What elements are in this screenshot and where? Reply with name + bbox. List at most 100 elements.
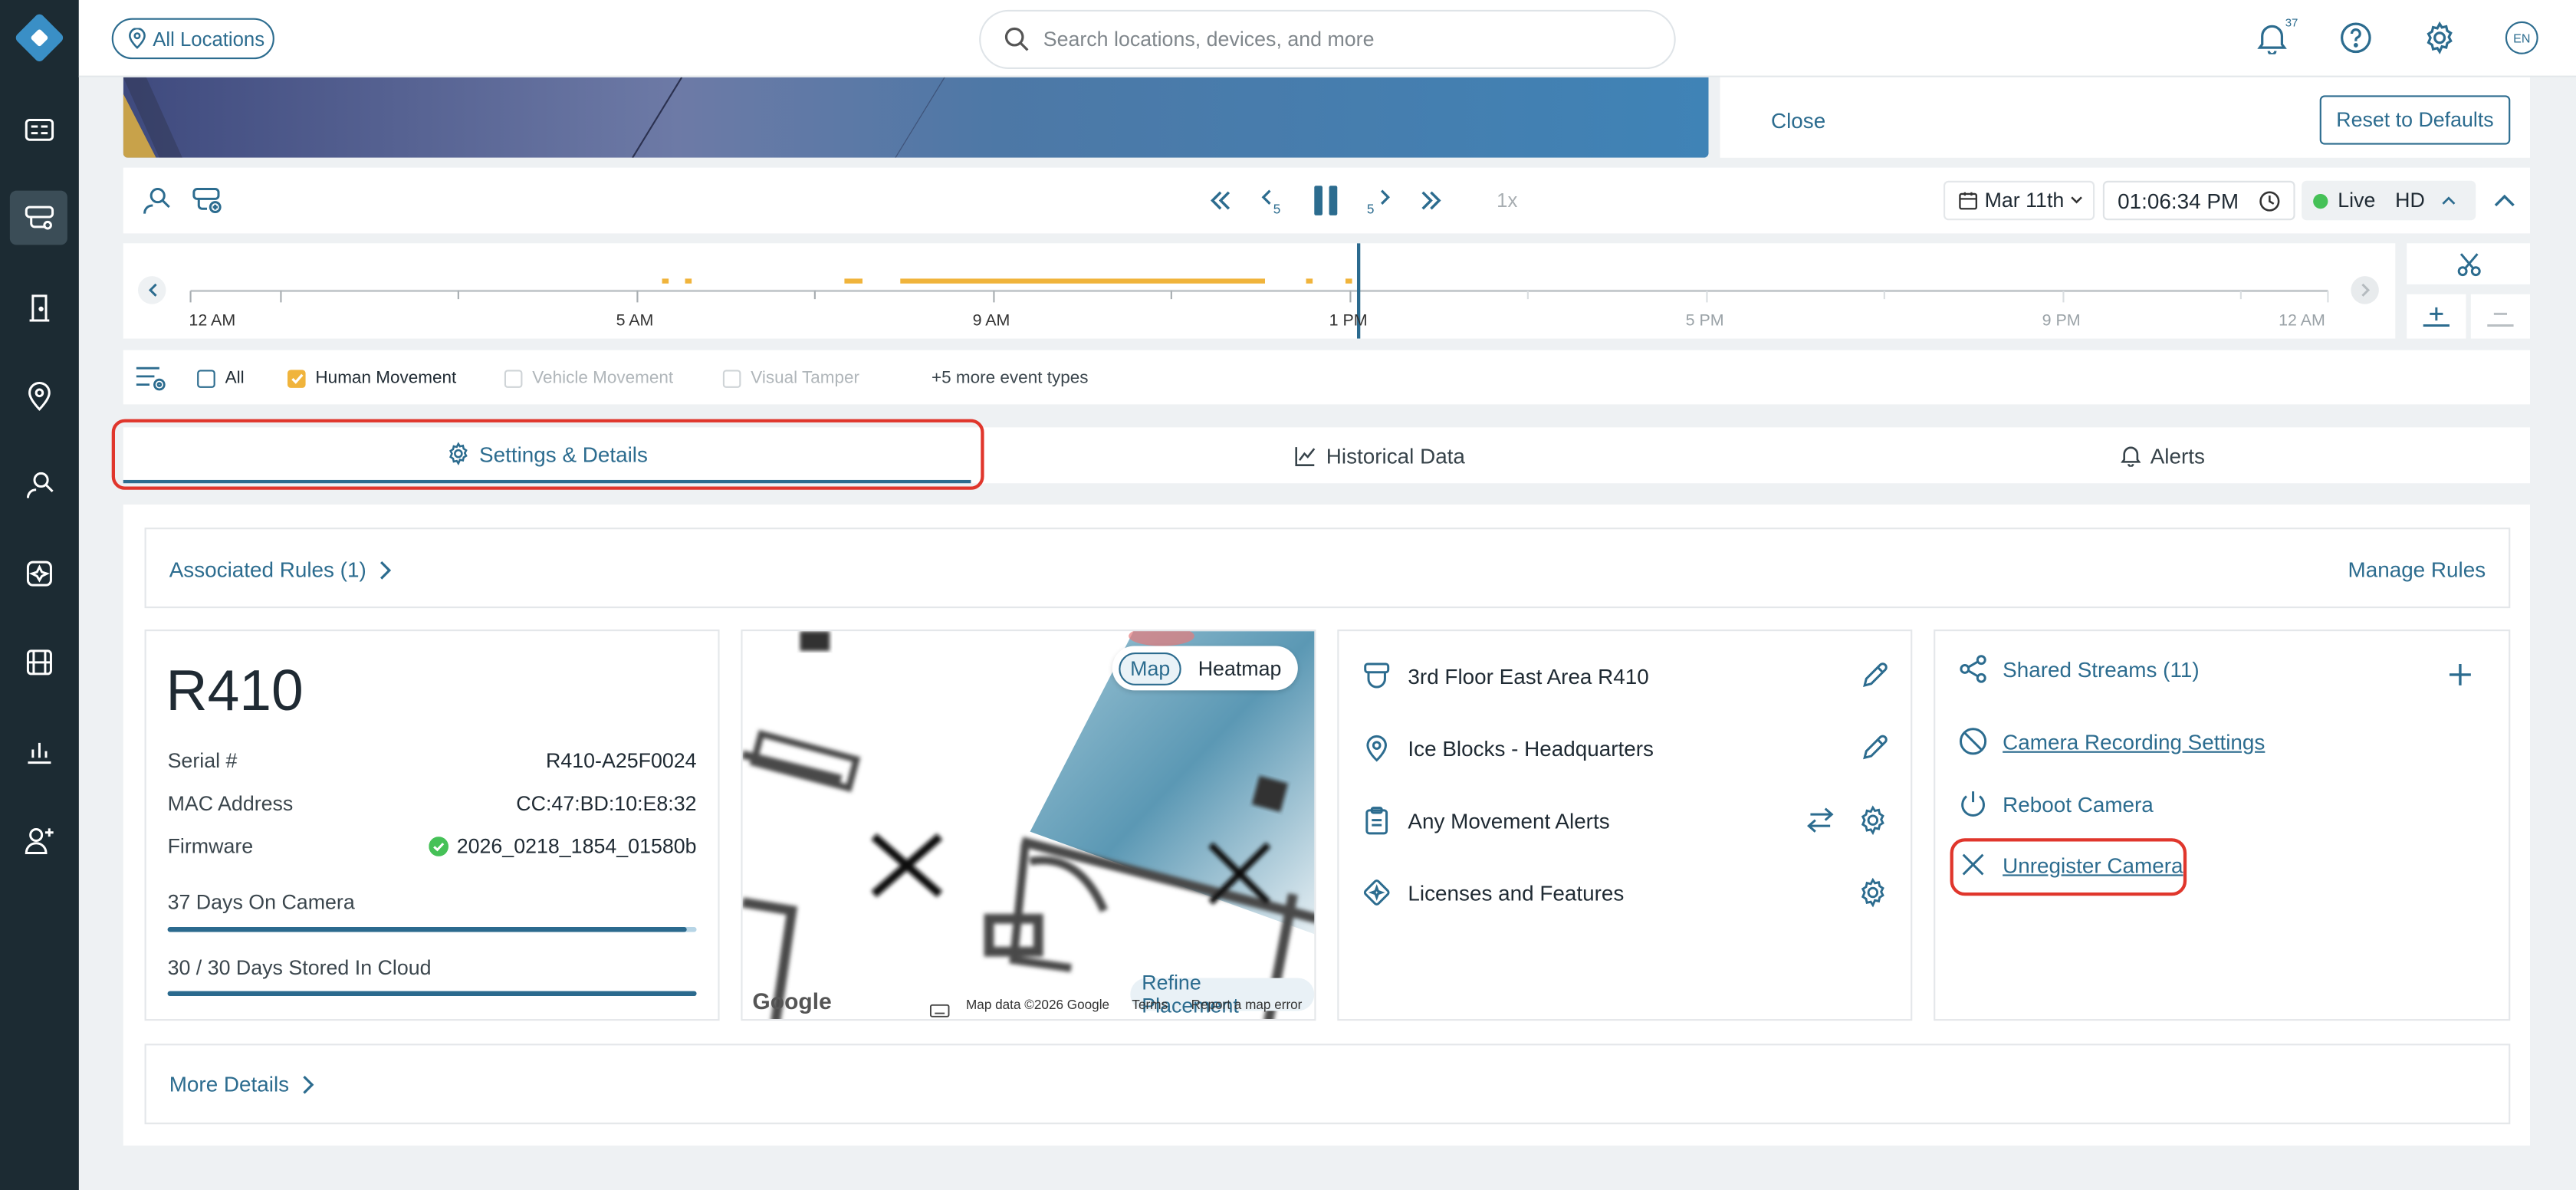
rewind-button[interactable] xyxy=(1204,182,1237,219)
playback-controls: 5 5 1x Mar 11th 01:06:34 PM Live HD xyxy=(123,167,2530,234)
camera-video-preview[interactable] xyxy=(123,77,1709,158)
date-picker[interactable]: Mar 11th xyxy=(1944,180,2095,221)
sidebar-access-icon[interactable] xyxy=(10,279,67,334)
map-attribution: Map data ©2026 Google xyxy=(966,998,1110,1013)
timeline-next-button[interactable] xyxy=(2351,276,2379,304)
help-button[interactable] xyxy=(2338,20,2374,56)
sidebar-search-people-icon[interactable] xyxy=(10,457,67,511)
clock-icon xyxy=(2259,190,2280,211)
heatmap-tab[interactable]: Heatmap xyxy=(1188,653,1291,683)
edit-pencil-icon[interactable] xyxy=(1861,735,1888,761)
edit-pencil-icon[interactable] xyxy=(1861,662,1888,689)
app-logo[interactable] xyxy=(13,12,66,64)
report-map-error-link[interactable]: Report a map error xyxy=(1191,998,1303,1012)
mac-value: CC:47:BD:10:E8:32 xyxy=(516,792,697,816)
time-input[interactable]: 01:06:34 PM xyxy=(2102,180,2295,221)
sidebar-cameras-icon[interactable] xyxy=(9,190,67,245)
search-input[interactable] xyxy=(1043,28,1635,51)
chevron-right-icon xyxy=(380,560,391,579)
pause-button[interactable] xyxy=(1306,181,1346,220)
skip-back-5-button[interactable]: 5 xyxy=(1255,182,1291,219)
sidebar-video-wall-icon[interactable] xyxy=(10,634,67,689)
plus-icon[interactable] xyxy=(2448,662,2472,687)
sidebar-locations-icon[interactable] xyxy=(10,368,67,422)
associated-rules-link[interactable]: Associated Rules (1) xyxy=(169,557,391,582)
more-details-label: More Details xyxy=(169,1071,290,1096)
camera-name-row: 3rd Floor East Area R410 xyxy=(1362,656,1888,695)
timeline[interactable]: 12 AM 5 AM 9 AM 1 PM 5 PM 9 PM 12 AM xyxy=(123,243,2396,339)
filter-settings-button[interactable] xyxy=(135,362,168,395)
zoom-out-button[interactable] xyxy=(2470,294,2530,339)
settings-button[interactable] xyxy=(2422,20,2458,56)
camera-info-card: R410 Serial # R410-A25F0024 MAC Address … xyxy=(144,630,720,1021)
map-terms-link[interactable]: Terms xyxy=(1132,998,1168,1012)
more-details-link[interactable]: More Details xyxy=(169,1072,314,1096)
location-pin-icon xyxy=(1366,735,1387,762)
manage-rules-link[interactable]: Manage Rules xyxy=(2348,557,2486,582)
all-locations-button[interactable]: All Locations xyxy=(111,18,274,60)
filter-tamper-label: Visual Tamper xyxy=(751,368,860,388)
timeline-tools xyxy=(2407,243,2530,339)
sidebar-sensors-icon[interactable] xyxy=(10,546,67,600)
filter-vehicle-movement-checkbox[interactable]: Vehicle Movement xyxy=(504,368,673,388)
camera-recording-settings-label: Camera Recording Settings xyxy=(2003,728,2266,754)
fast-forward-button[interactable] xyxy=(1414,182,1447,219)
timeline-tick: 9 PM xyxy=(2042,312,2081,330)
swap-arrows-icon[interactable] xyxy=(1806,807,1835,833)
close-link[interactable]: Close xyxy=(1771,108,1825,133)
zoom-in-button[interactable] xyxy=(2407,294,2466,339)
map-heatmap-toggle[interactable]: Map Heatmap xyxy=(1112,646,1298,691)
calendar-icon xyxy=(1959,192,1978,210)
sidebar-add-user-icon[interactable] xyxy=(10,812,67,866)
more-event-types-link[interactable]: +5 more event types xyxy=(932,368,1089,388)
collapse-controls-button[interactable] xyxy=(2487,182,2520,219)
camera-recording-settings-link[interactable]: Camera Recording Settings xyxy=(1958,726,2265,756)
live-quality-selector[interactable]: Live HD xyxy=(2302,180,2476,221)
camera-side-panel: Close Reset to Defaults xyxy=(1720,77,2530,158)
filter-human-movement-checkbox[interactable]: Human Movement xyxy=(288,368,456,388)
keyboard-icon xyxy=(929,1004,950,1017)
highlight-settings-tab xyxy=(111,419,984,490)
playback-speed[interactable]: 1x xyxy=(1497,189,1517,212)
filter-all-checkbox[interactable]: All xyxy=(197,368,245,388)
language-button[interactable]: EN xyxy=(2504,20,2540,56)
search-bar[interactable] xyxy=(979,9,1676,70)
sidebar-dashboard-icon[interactable] xyxy=(10,102,67,156)
person-search-icon xyxy=(143,188,170,214)
checkbox-disabled xyxy=(504,369,523,387)
serial-value: R410-A25F0024 xyxy=(545,749,697,773)
gear-icon[interactable] xyxy=(1858,805,1888,835)
tab-alerts[interactable]: Alerts xyxy=(1766,427,2560,483)
map-tab[interactable]: Map xyxy=(1119,651,1182,685)
filter-settings-icon xyxy=(136,367,166,391)
checkbox-checked xyxy=(288,369,306,387)
svg-text:5: 5 xyxy=(1273,202,1281,215)
associated-rules-label: Associated Rules (1) xyxy=(169,557,366,582)
add-camera-view-button[interactable] xyxy=(187,182,226,219)
checkbox-unchecked xyxy=(197,369,215,387)
gear-icon[interactable] xyxy=(1858,877,1888,908)
chevron-right-icon xyxy=(2361,283,2369,297)
associated-rules-card: Associated Rules (1) Manage Rules xyxy=(144,528,2511,609)
clip-button[interactable] xyxy=(2407,243,2530,284)
camera-name: 3rd Floor East Area R410 xyxy=(1408,662,1649,689)
reset-to-defaults-button[interactable]: Reset to Defaults xyxy=(2319,95,2511,145)
camera-details-card: 3rd Floor East Area R410 Ice Blocks - He… xyxy=(1337,630,1913,1021)
skip-forward-5-button[interactable]: 5 xyxy=(1360,182,1396,219)
sidebar-analytics-icon[interactable] xyxy=(10,723,67,777)
timeline-tick: 12 AM xyxy=(189,312,236,330)
filter-visual-tamper-checkbox[interactable]: Visual Tamper xyxy=(722,368,860,388)
notifications-button[interactable]: 37 xyxy=(2254,18,2298,56)
shared-streams-link[interactable]: Shared Streams (11) xyxy=(1958,654,2200,684)
tab-historical-data[interactable]: Historical Data xyxy=(994,427,1766,483)
more-details-card: More Details xyxy=(144,1044,2511,1125)
all-locations-label: All Locations xyxy=(153,27,265,51)
person-search-button[interactable] xyxy=(136,182,176,219)
tab-alerts-label: Alerts xyxy=(2150,442,2205,468)
firmware-value-group: 2026_0218_1854_01580b xyxy=(429,834,697,858)
reboot-camera-button[interactable]: Reboot Camera xyxy=(1958,789,2154,819)
chevron-right-icon xyxy=(303,1074,314,1093)
shared-streams-label: Shared Streams (11) xyxy=(2003,656,2200,682)
floor-map-card[interactable]: Map Heatmap Refine Placement Google Map … xyxy=(741,630,1316,1021)
firmware-value: 2026_0218_1854_01580b xyxy=(456,834,697,858)
